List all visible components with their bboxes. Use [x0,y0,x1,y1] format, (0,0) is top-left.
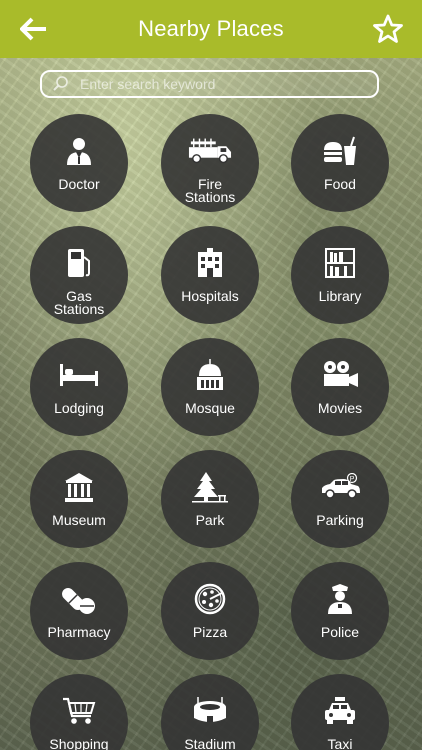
doctor-icon [57,134,101,168]
food-icon [318,134,362,168]
tree-icon [188,470,232,504]
pill-icon [57,582,101,616]
category-lodging[interactable]: Lodging [30,338,128,436]
category-pharmacy[interactable]: Pharmacy [30,562,128,660]
back-button[interactable] [18,15,50,43]
pizza-icon [188,582,232,616]
hospital-icon [188,246,232,280]
app-screen: Nearby Places Doctor [0,0,422,750]
svg-text:P: P [350,476,355,483]
category-label: Police [320,624,360,640]
taxi-icon [318,694,362,728]
category-library[interactable]: Library [291,226,389,324]
category-label: Lodging [54,400,104,416]
page-title: Nearby Places [138,16,284,41]
bed-icon [57,358,101,392]
category-label: Library [318,288,362,304]
category-hospitals[interactable]: Hospitals [161,226,259,324]
fire-truck-icon [188,134,232,168]
header-bar: Nearby Places [0,0,422,58]
search-input[interactable] [80,72,377,96]
stadium-icon [188,694,232,728]
search-icon [53,76,68,91]
category-label: Pharmacy [47,624,111,640]
museum-icon [57,470,101,504]
category-movies[interactable]: Movies [291,338,389,436]
mosque-icon [188,358,232,392]
category-label: Parking [316,512,364,528]
category-shopping[interactable]: Shopping [30,674,128,750]
police-officer-icon [318,582,362,616]
category-label: Doctor [58,176,100,192]
category-label: Hospitals [181,288,239,304]
category-label: Taxi [327,736,353,750]
category-label: Mosque [185,400,235,416]
car-icon: P [318,470,362,504]
category-food[interactable]: Food [291,114,389,212]
gas-pump-icon [57,246,101,280]
category-label: Food [324,176,356,192]
category-park[interactable]: Park [161,450,259,548]
category-pizza[interactable]: Pizza [161,562,259,660]
category-label: Park [195,512,225,528]
movie-camera-icon [318,358,362,392]
category-fire-stations[interactable]: Fire Stations [161,114,259,212]
category-stadium[interactable]: Stadium [161,674,259,750]
back-arrow-icon [20,17,46,41]
category-label: Shopping [49,736,109,750]
category-police[interactable]: Police [291,562,389,660]
category-label: Gas Stations [53,288,105,317]
category-museum[interactable]: Museum [30,450,128,548]
favorite-button[interactable] [372,13,404,45]
category-mosque[interactable]: Mosque [161,338,259,436]
star-icon [373,14,403,43]
category-gas-stations[interactable]: Gas Stations [30,226,128,324]
shopping-cart-icon [57,694,101,728]
category-label: Movies [317,400,363,416]
category-doctor[interactable]: Doctor [30,114,128,212]
category-label: Fire Stations [184,176,236,205]
library-icon [318,246,362,280]
category-label: Pizza [192,624,228,640]
category-taxi[interactable]: Taxi [291,674,389,750]
category-label: Stadium [184,736,236,750]
category-label: Museum [52,512,106,528]
search-bar [40,70,379,98]
category-parking[interactable]: P Parking [291,450,389,548]
